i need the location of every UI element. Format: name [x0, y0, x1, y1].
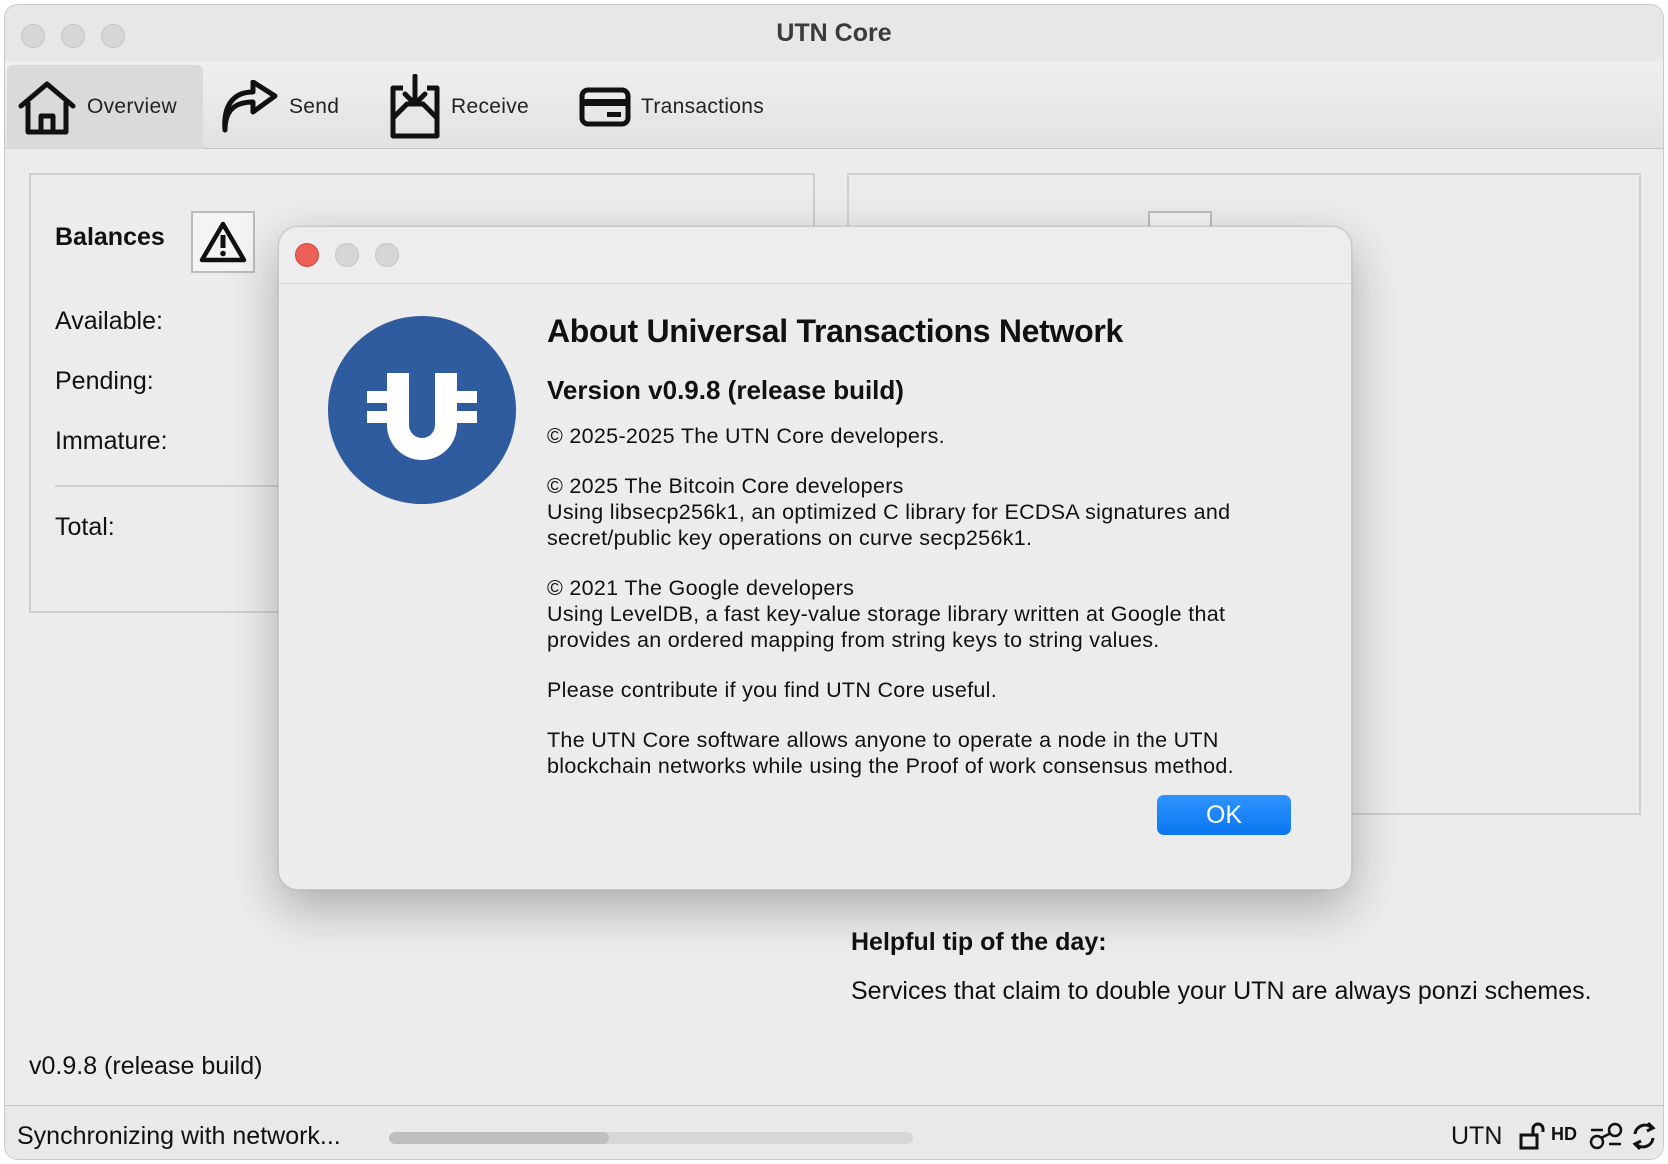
- lock-open-icon: [1519, 1122, 1545, 1150]
- hd-icon: HD: [1551, 1124, 1577, 1144]
- sync-progress-bar: [389, 1132, 913, 1144]
- about-paragraph: © 2021 The Google developers Using Level…: [547, 576, 1226, 652]
- version-label: v0.9.8 (release build): [29, 1052, 263, 1080]
- warning-icon: [199, 221, 247, 263]
- tab-send[interactable]: Send: [219, 65, 339, 149]
- dialog-close-button[interactable]: [295, 243, 319, 267]
- tab-overview[interactable]: Overview: [7, 65, 203, 149]
- tab-send-label: Send: [289, 95, 340, 118]
- balances-title: Balances: [55, 223, 165, 251]
- pending-label: Pending:: [55, 367, 154, 395]
- about-paragraph: Please contribute if you find UTN Core u…: [547, 678, 997, 702]
- about-body: © 2025-2025 The UTN Core developers. © 2…: [547, 423, 1307, 803]
- sync-icon: [1632, 1121, 1656, 1151]
- sync-status-text: Synchronizing with network...: [17, 1122, 341, 1150]
- balances-divider: [55, 485, 285, 487]
- sync-progress-fill: [389, 1132, 610, 1144]
- tab-transactions-label: Transactions: [641, 95, 765, 118]
- dialog-minimize-button[interactable]: [335, 243, 359, 267]
- about-version: Version v0.9.8 (release build): [547, 375, 904, 405]
- tab-overview-label: Overview: [87, 95, 177, 118]
- card-icon: [579, 87, 631, 127]
- home-icon: [18, 81, 76, 135]
- about-title: About Universal Transactions Network: [547, 313, 1124, 349]
- total-label: Total:: [55, 513, 115, 541]
- unit-selector[interactable]: UTN: [1451, 1122, 1502, 1151]
- receive-tray-icon: [390, 74, 440, 139]
- network-icon[interactable]: [1589, 1120, 1623, 1152]
- tip-text: Services that claim to double your UTN a…: [851, 977, 1592, 1005]
- about-paragraph: © 2025 The Bitcoin Core developers Using…: [547, 474, 1231, 550]
- toolbar: Overview Send Receive Transactions: [5, 61, 1663, 149]
- tab-receive-label: Receive: [451, 95, 529, 118]
- dialog-zoom-button[interactable]: [375, 243, 399, 267]
- status-bar: Synchronizing with network... UTN HD: [5, 1105, 1663, 1159]
- out-of-sync-warning-button[interactable]: [191, 211, 255, 273]
- tab-transactions[interactable]: Transactions: [579, 65, 764, 149]
- tip-title: Helpful tip of the day:: [851, 928, 1107, 956]
- about-dialog: About Universal Transactions Network Ver…: [278, 226, 1352, 890]
- utn-logo: [328, 316, 516, 504]
- about-paragraph: The UTN Core software allows anyone to o…: [547, 728, 1234, 778]
- immature-label: Immature:: [55, 427, 168, 455]
- available-label: Available:: [55, 307, 163, 335]
- title-bar: UTN Core: [5, 5, 1663, 61]
- tab-receive[interactable]: Receive: [389, 65, 529, 149]
- send-arrow-icon: [222, 80, 278, 133]
- about-paragraph: © 2025-2025 The UTN Core developers.: [547, 424, 945, 448]
- dialog-title-bar: [279, 227, 1351, 284]
- window-title: UTN Core: [776, 19, 892, 47]
- ok-button[interactable]: OK: [1157, 795, 1291, 835]
